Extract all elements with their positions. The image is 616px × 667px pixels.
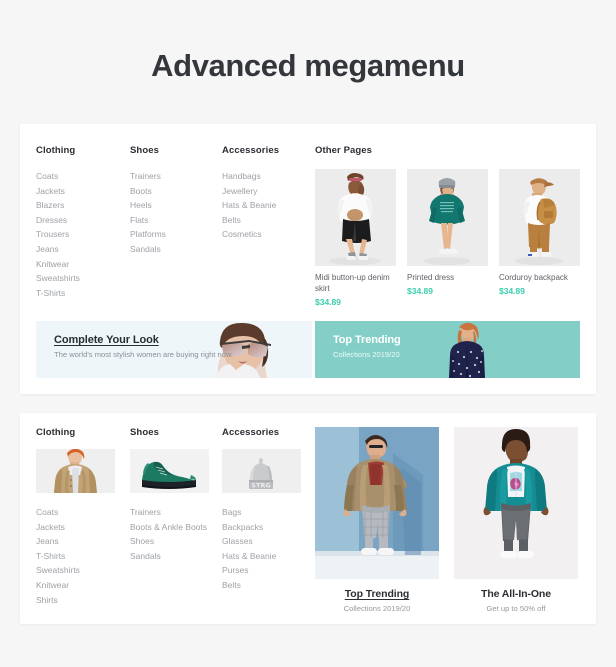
menu-link[interactable]: T-Shirts <box>36 549 115 564</box>
menu-link[interactable]: Purses <box>222 563 301 578</box>
menu-link[interactable]: Knitwear <box>36 257 80 272</box>
product-image-woman-teal-dress <box>407 169 488 266</box>
column-heading: Accessories <box>222 427 280 438</box>
megamenu-panel-with-images: Clothing Coats Jackets Jeans T-Shirts Sw… <box>20 413 596 624</box>
feature-card-top-trending[interactable]: Top Trending Collections 2019/20 <box>315 427 439 613</box>
promo-banner-complete-your-look[interactable]: Complete Your Look The world's most styl… <box>36 321 312 378</box>
menu-link[interactable]: Trainers <box>130 505 209 520</box>
menu-link[interactable]: Coats <box>36 505 115 520</box>
feature-title: The All-In-One <box>481 588 551 600</box>
product-card[interactable]: Printed dress $34.89 <box>407 169 488 307</box>
product-name: Corduroy backpack <box>499 273 568 282</box>
menu-link[interactable]: Blazers <box>36 198 80 213</box>
menu-link[interactable]: Heels <box>130 198 166 213</box>
menu-link[interactable]: Flats <box>130 213 166 228</box>
feature-title: Top Trending <box>344 588 410 600</box>
menu-link[interactable]: Handbags <box>222 169 279 184</box>
menu-column-shoes-2: Shoes Trainers Boots & Ankle Boots Shoes… <box>130 427 209 563</box>
thumbnail-grey-beanie[interactable]: STRG <box>222 449 301 493</box>
menu-link[interactable]: Trousers <box>36 227 80 242</box>
menu-link[interactable]: Boots & Ankle Boots <box>130 520 209 535</box>
banner-subtitle: The world's most stylish women are buyin… <box>54 350 234 359</box>
menu-link[interactable]: Boots <box>130 184 166 199</box>
column-heading: Accessories <box>222 145 280 156</box>
link-list-accessories-2: Bags Backpacks Glasses Hats & Beanie Pur… <box>222 505 301 593</box>
product-name: Midi button-up denim skirt <box>315 273 390 293</box>
thumbnail-green-sneaker[interactable] <box>130 449 209 493</box>
menu-column-clothing: Clothing Coats Jackets Blazers Dresses T… <box>36 145 80 300</box>
link-list-clothing: Coats Jackets Blazers Dresses Trousers J… <box>36 169 80 300</box>
banner-title: Complete Your Look <box>54 334 159 346</box>
column-heading: Clothing <box>36 427 76 438</box>
menu-link[interactable]: Coats <box>36 169 80 184</box>
banner-text-block: Top Trending Collections 2019/20 <box>333 334 401 361</box>
menu-link[interactable]: Jeans <box>36 534 115 549</box>
link-list-clothing-2: Coats Jackets Jeans T-Shirts Sweatshirts… <box>36 505 115 607</box>
column-heading: Other Pages <box>315 145 373 156</box>
menu-link[interactable]: Sweatshirts <box>36 563 115 578</box>
svg-text:STRG: STRG <box>251 482 270 490</box>
menu-link[interactable]: Jackets <box>36 520 115 535</box>
feature-caption: Top Trending Collections 2019/20 <box>315 588 439 613</box>
menu-link[interactable]: Platforms <box>130 227 166 242</box>
product-price: $34.89 <box>499 286 525 296</box>
banner-title: Top Trending <box>333 334 401 346</box>
menu-link[interactable]: Backpacks <box>222 520 301 535</box>
link-list-shoes-2: Trainers Boots & Ankle Boots Shoes Sanda… <box>130 505 209 563</box>
menu-link[interactable]: Cosmetics <box>222 227 279 242</box>
menu-link[interactable]: Jewellery <box>222 184 279 199</box>
menu-link[interactable]: Glasses <box>222 534 301 549</box>
product-card[interactable]: Midi button-up denim skirt $34.89 <box>315 169 396 307</box>
menu-column-clothing-2: Clothing Coats Jackets Jeans T-Shirts Sw… <box>36 427 115 607</box>
product-card-row: Midi button-up denim skirt $34.89 Printe… <box>315 169 580 307</box>
banner-subtitle: Collections 2019/20 <box>333 350 400 359</box>
product-price: $34.89 <box>407 286 433 296</box>
link-list-shoes: Trainers Boots Heels Flats Platforms San… <box>130 169 166 257</box>
menu-link[interactable]: Sweatshirts <box>36 271 80 286</box>
promo-banner-top-trending[interactable]: Top Trending Collections 2019/20 <box>315 321 580 378</box>
product-image-woman-denim-skirt <box>315 169 396 266</box>
column-heading: Shoes <box>130 145 160 156</box>
menu-link[interactable]: Belts <box>222 213 279 228</box>
menu-link[interactable]: Hats & Beanie <box>222 198 279 213</box>
menu-link[interactable]: Shirts <box>36 593 115 608</box>
menu-column-shoes: Shoes Trainers Boots Heels Flats Platfor… <box>130 145 166 257</box>
feature-subtitle: Get up to 50% off <box>486 604 546 613</box>
feature-subtitle: Collections 2019/20 <box>343 604 411 613</box>
menu-link[interactable]: Sandals <box>130 242 166 257</box>
product-price: $34.89 <box>315 297 341 307</box>
product-name: Printed dress <box>407 273 455 282</box>
menu-link[interactable]: Dresses <box>36 213 80 228</box>
menu-link[interactable]: Knitwear <box>36 578 115 593</box>
megamenu-panel-simple: Clothing Coats Jackets Blazers Dresses T… <box>20 124 596 394</box>
feature-card-all-in-one[interactable]: The All-In-One Get up to 50% off <box>454 427 578 613</box>
feature-caption: The All-In-One Get up to 50% off <box>454 588 578 613</box>
menu-link[interactable]: T-Shirts <box>36 286 80 301</box>
product-image-man-corduroy-backpack <box>499 169 580 266</box>
column-heading: Clothing <box>36 145 76 156</box>
link-list-accessories: Handbags Jewellery Hats & Beanie Belts C… <box>222 169 279 242</box>
banner-text-block: Complete Your Look The world's most styl… <box>54 334 233 361</box>
menu-link[interactable]: Bags <box>222 505 301 520</box>
column-heading: Shoes <box>130 427 160 438</box>
menu-column-accessories-2: Accessories STRG Bags Backpacks Glasses … <box>222 427 301 593</box>
menu-link[interactable]: Shoes <box>130 534 209 549</box>
menu-link[interactable]: Hats & Beanie <box>222 549 301 564</box>
menu-link[interactable]: Jeans <box>36 242 80 257</box>
page-title: Advanced megamenu <box>151 48 465 83</box>
menu-link[interactable]: Belts <box>222 578 301 593</box>
menu-column-accessories: Accessories Handbags Jewellery Hats & Be… <box>222 145 279 242</box>
menu-link[interactable]: Sandals <box>130 549 209 564</box>
feature-image-man-teal-jacket <box>454 427 578 579</box>
menu-link[interactable]: Jackets <box>36 184 80 199</box>
other-pages-section: Other Pages Midi button-up denim skirt $… <box>315 145 580 307</box>
menu-link[interactable]: Trainers <box>130 169 166 184</box>
thumbnail-man-tan-coat[interactable] <box>36 449 115 493</box>
product-card[interactable]: Corduroy backpack $34.89 <box>499 169 580 307</box>
megamenu-showcase-page: Advanced megamenu Clothing Coats Jackets… <box>0 0 616 667</box>
feature-image-man-trench-coat-blue-wall <box>315 427 439 579</box>
